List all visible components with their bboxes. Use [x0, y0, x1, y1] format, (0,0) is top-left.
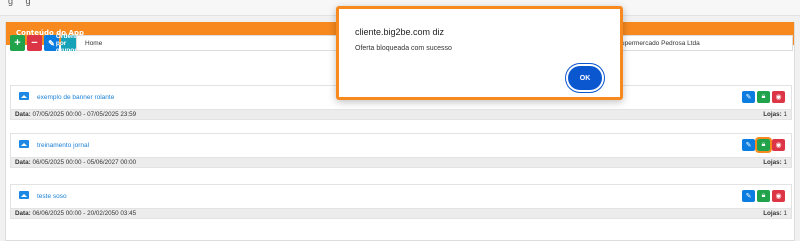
lojas-count: Lojas: 1: [763, 210, 787, 217]
eye-off-icon[interactable]: ◉: [772, 139, 785, 151]
date-range: 07/05/2025 00:00 - 07/05/2025 23:59: [32, 111, 137, 118]
image-icon: [19, 140, 29, 148]
dialog-title: cliente.big2be.com diz: [355, 27, 445, 37]
lock-icon[interactable]: 🔒︎: [755, 137, 772, 153]
lock-icon[interactable]: 🔒︎: [757, 190, 770, 202]
cut-off-text: g g: [8, 0, 31, 6]
lojas-count: Lojas: 1: [763, 159, 787, 166]
edit-icon[interactable]: ✎: [742, 139, 755, 151]
item-title-link[interactable]: treinamento jornal: [37, 142, 89, 149]
edit-icon: ✎: [48, 38, 55, 48]
lock-icon[interactable]: 🔒︎: [757, 91, 770, 103]
edit-icon[interactable]: ✎: [742, 91, 755, 103]
date-label: Data:: [15, 210, 31, 217]
date-label: Data:: [15, 159, 31, 166]
ok-button[interactable]: OK: [568, 66, 602, 90]
dialog-message: Oferta bloqueada com sucesso: [355, 45, 452, 52]
date-range: 06/06/2025 00:00 - 20/02/2050 03:45: [32, 210, 137, 217]
item-title-link[interactable]: teste soso: [37, 193, 67, 200]
store-name: upermercado Pedrosa Ltda: [615, 35, 793, 51]
item-footer: Data: 06/06/2025 00:00 - 20/02/2050 03:4…: [11, 208, 791, 218]
eye-off-icon[interactable]: ◉: [772, 91, 785, 103]
image-icon: [19, 191, 29, 199]
item-footer: Data: 07/05/2025 00:00 - 07/05/2025 23:5…: [11, 109, 791, 119]
item-footer: Data: 06/05/2025 00:00 - 05/06/2027 00:0…: [11, 157, 791, 167]
alert-dialog: cliente.big2be.com diz Oferta bloqueada …: [336, 6, 623, 100]
item-title-link[interactable]: exemplo de banner rolante: [37, 94, 114, 101]
list-item: teste soso ✎ 🔒︎ ◉ Data: 06/06/2025 00:00…: [10, 184, 792, 219]
eye-off-icon[interactable]: ◉: [772, 190, 785, 202]
date-label: Data:: [15, 111, 31, 118]
edit-icon[interactable]: ✎: [742, 190, 755, 202]
image-icon: [19, 92, 29, 100]
list-item: treinamento jornal ✎ 🔒︎ ◉ Data: 06/05/20…: [10, 133, 792, 168]
date-range: 06/05/2025 00:00 - 05/06/2027 00:00: [32, 159, 137, 166]
add-button[interactable]: +: [10, 35, 25, 51]
remove-button[interactable]: −: [27, 35, 42, 51]
order-by-groups-button[interactable]: Ordenar por grupos: [56, 33, 81, 54]
lojas-count: Lojas: 1: [763, 111, 787, 118]
